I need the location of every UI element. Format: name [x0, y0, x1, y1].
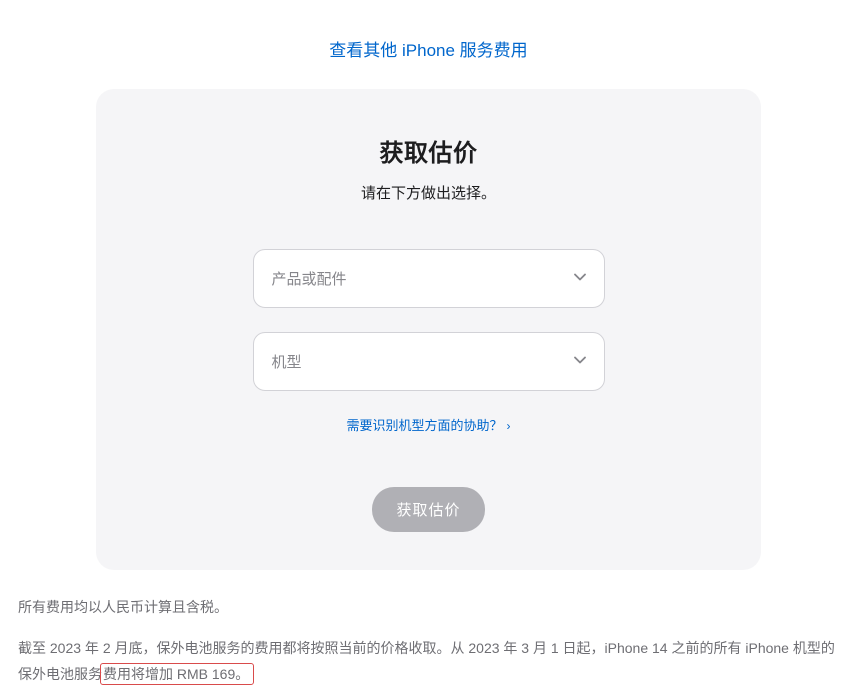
product-select-placeholder: 产品或配件: [272, 271, 347, 288]
identify-model-help-link[interactable]: 需要识别机型方面的协助？ ›: [346, 418, 510, 433]
model-select-placeholder: 机型: [272, 354, 302, 371]
footer-price-notice: 截至 2023 年 2 月底，保外电池服务的费用都将按照当前的价格收取。从 20…: [18, 635, 839, 688]
other-iphone-fees-link[interactable]: 查看其他 iPhone 服务费用: [329, 41, 527, 60]
chevron-down-icon: [574, 356, 586, 368]
price-increase-highlight: 费用将增加 RMB 169。: [100, 663, 254, 685]
footer-text: 所有费用均以人民币计算且含税。 截至 2023 年 2 月底，保外电池服务的费用…: [0, 570, 857, 688]
help-link-label: 需要识别机型方面的协助？: [346, 418, 502, 433]
card-subtitle: 请在下方做出选择。: [146, 182, 711, 203]
footer-tax-note: 所有费用均以人民币计算且含税。: [18, 594, 839, 621]
model-select[interactable]: 机型: [253, 332, 605, 391]
chevron-right-icon: ›: [507, 419, 511, 433]
chevron-down-icon: [574, 273, 586, 285]
product-select[interactable]: 产品或配件: [253, 249, 605, 308]
card-title: 获取估价: [146, 133, 711, 168]
get-estimate-button[interactable]: 获取估价: [372, 487, 484, 532]
estimate-card: 获取估价 请在下方做出选择。 产品或配件 机型 需要识别机型方面的协助？ › 获取…: [96, 89, 761, 570]
